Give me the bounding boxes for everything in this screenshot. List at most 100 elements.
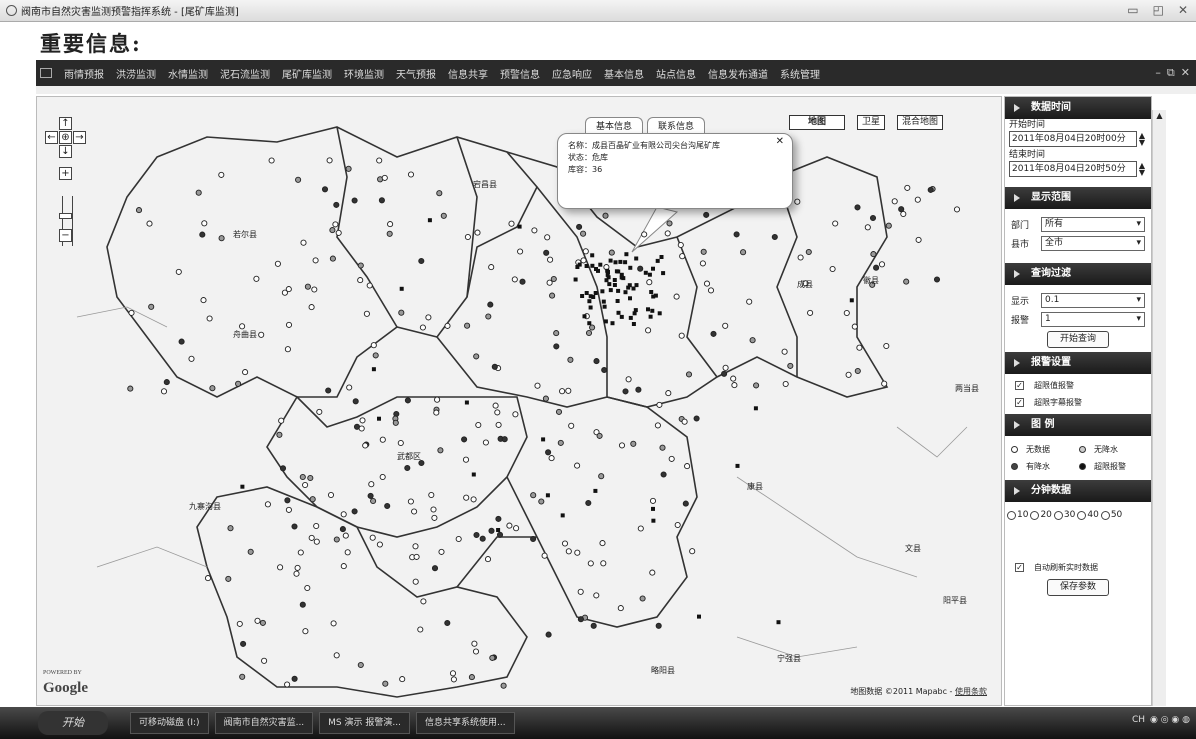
station-marker[interactable] (482, 439, 489, 446)
station-marker[interactable] (449, 670, 457, 677)
alarm-marker[interactable] (623, 260, 628, 265)
station-marker[interactable] (508, 220, 515, 227)
station-marker[interactable] (304, 584, 311, 592)
station-marker[interactable] (953, 206, 961, 213)
menu-item-environment[interactable]: 环境监测 (344, 66, 384, 81)
station-marker[interactable] (359, 417, 366, 424)
scroll-up-icon[interactable]: ▲ (1153, 110, 1166, 122)
radio-icon[interactable] (1100, 510, 1110, 520)
station-marker[interactable] (730, 375, 737, 382)
station-marker[interactable] (501, 436, 508, 443)
station-marker[interactable] (641, 231, 648, 238)
station-marker[interactable] (277, 564, 284, 571)
alarm-marker[interactable] (593, 291, 598, 295)
station-marker[interactable] (582, 248, 589, 255)
station-marker[interactable] (659, 444, 666, 451)
station-marker[interactable] (188, 355, 195, 362)
alarm-marker[interactable] (616, 269, 621, 274)
station-marker[interactable] (517, 248, 524, 255)
station-marker[interactable] (369, 534, 376, 541)
station-marker[interactable] (308, 304, 315, 311)
station-marker[interactable] (321, 186, 329, 193)
alarm-marker[interactable] (648, 314, 653, 319)
station-marker[interactable] (254, 617, 261, 624)
station-marker[interactable] (843, 309, 850, 317)
alarm-marker[interactable] (616, 288, 621, 293)
alarm-marker[interactable] (573, 277, 578, 282)
station-marker[interactable] (163, 379, 170, 386)
station-marker[interactable] (404, 464, 411, 472)
station-marker[interactable] (259, 619, 266, 626)
station-marker[interactable] (175, 268, 182, 275)
tab-contact-info[interactable]: 联系信息 (647, 117, 706, 133)
station-marker[interactable] (299, 473, 306, 481)
station-marker[interactable] (195, 189, 202, 196)
station-marker[interactable] (379, 436, 386, 443)
alarm-marker[interactable] (600, 289, 605, 294)
station-marker[interactable] (596, 432, 603, 439)
station-marker[interactable] (492, 402, 499, 409)
alarm-marker[interactable] (580, 294, 585, 298)
station-marker[interactable] (225, 575, 232, 582)
station-marker[interactable] (201, 220, 208, 227)
station-marker[interactable] (832, 220, 839, 227)
station-marker[interactable] (344, 549, 351, 556)
station-marker[interactable] (703, 280, 711, 287)
station-marker[interactable] (160, 388, 168, 395)
station-marker[interactable] (484, 556, 492, 563)
station-marker[interactable] (559, 388, 566, 395)
station-marker[interactable] (589, 324, 596, 331)
station-marker[interactable] (279, 465, 287, 472)
alarm-marker[interactable] (646, 307, 650, 312)
station-marker[interactable] (284, 346, 291, 353)
station-marker[interactable] (580, 230, 587, 237)
station-marker[interactable] (419, 324, 426, 331)
station-marker[interactable] (438, 548, 445, 555)
station-marker[interactable] (274, 260, 281, 267)
alarm-marker[interactable] (598, 262, 603, 267)
station-marker[interactable] (357, 661, 364, 669)
dept-select[interactable]: 所有 (1041, 217, 1145, 232)
station-marker[interactable] (771, 233, 778, 241)
station-marker[interactable] (268, 157, 275, 164)
alarm-marker[interactable] (618, 259, 623, 264)
station-marker[interactable] (673, 293, 680, 300)
station-marker[interactable] (684, 463, 691, 470)
station-marker[interactable] (681, 418, 688, 425)
alarm-marker[interactable] (623, 290, 628, 295)
station-marker[interactable] (450, 676, 457, 683)
alarm-marker[interactable] (651, 266, 655, 271)
station-marker[interactable] (387, 221, 394, 228)
station-marker[interactable] (291, 675, 298, 682)
station-marker[interactable] (693, 415, 700, 422)
alarm-marker[interactable] (601, 299, 606, 304)
map-type-hybrid-button[interactable]: 混合地图 (897, 115, 944, 130)
alarm-marker[interactable] (650, 308, 655, 313)
menu-item-stations[interactable]: 站点信息 (656, 66, 696, 81)
station-marker[interactable] (600, 560, 607, 567)
station-marker[interactable] (851, 323, 858, 330)
station-marker[interactable] (444, 322, 451, 329)
station-marker[interactable] (665, 390, 672, 397)
menu-item-basic-info[interactable]: 基本信息 (604, 66, 644, 81)
station-marker[interactable] (379, 473, 386, 481)
station-marker[interactable] (333, 536, 340, 543)
station-marker[interactable] (637, 525, 644, 532)
input-method-indicator[interactable]: CH (1132, 715, 1145, 725)
map-canvas[interactable]: ↑ ← ⊕ → ↓ + − 地图 卫星 混合地图 基本信息 联系信息 ✕ 名称：… (36, 96, 1002, 706)
station-marker[interactable] (340, 511, 347, 518)
station-marker[interactable] (553, 343, 560, 350)
end-time-spinner-icon[interactable]: ▲ ▼ (1137, 162, 1147, 177)
alarm-marker[interactable] (615, 299, 620, 303)
station-marker[interactable] (854, 204, 861, 211)
alarm-marker[interactable] (631, 322, 636, 326)
station-marker[interactable] (313, 522, 320, 530)
legend-header[interactable]: 图 例 (1005, 414, 1151, 436)
minute-radio[interactable]: 10 (1007, 510, 1028, 520)
station-marker[interactable] (519, 278, 526, 285)
station-marker[interactable] (577, 588, 584, 595)
station-marker[interactable] (329, 227, 336, 234)
station-marker[interactable] (577, 616, 584, 623)
station-marker[interactable] (580, 257, 587, 264)
station-marker[interactable] (316, 408, 323, 415)
